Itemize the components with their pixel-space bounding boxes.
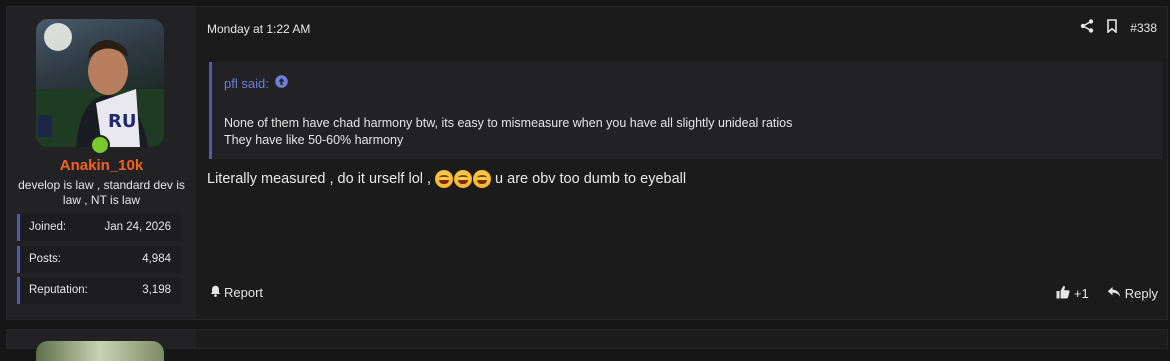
- stat-reputation: Reputation: 3,198: [17, 277, 181, 304]
- share-icon[interactable]: [1080, 18, 1094, 38]
- post-header-actions: #338: [1080, 18, 1157, 38]
- message-text: Literally measured , do it urself lol ,: [207, 171, 432, 187]
- jump-to-quote-icon[interactable]: [275, 75, 288, 91]
- quote-text: None of them have chad harmony btw, its …: [224, 115, 792, 149]
- reply-label[interactable]: Reply: [1125, 286, 1158, 301]
- message-body: Literally measured , do it urself lol , …: [207, 170, 686, 188]
- avatar-image: RU: [36, 23, 164, 147]
- quote-line: None of them have chad harmony btw, its …: [224, 116, 793, 130]
- svg-text:RU: RU: [108, 111, 136, 132]
- online-status-indicator: [90, 135, 110, 155]
- stat-label: Posts:: [29, 253, 61, 265]
- next-post: [6, 329, 1168, 361]
- post-content: Monday at 1:22 AM #338 pfl said: None of…: [196, 7, 1167, 319]
- stat-joined: Joined: Jan 24, 2026: [17, 214, 181, 241]
- post-footer-actions: +1 Reply: [1056, 285, 1158, 302]
- stat-value: Jan 24, 2026: [104, 221, 171, 233]
- post-date[interactable]: Monday at 1:22 AM: [207, 22, 310, 36]
- stat-value: 3,198: [142, 284, 171, 296]
- tears-of-joy-emoji-icon: [473, 170, 492, 188]
- post-number[interactable]: #338: [1130, 21, 1157, 35]
- bookmark-icon[interactable]: [1106, 18, 1118, 38]
- avatar[interactable]: RU: [36, 19, 164, 147]
- like-button[interactable]: +1: [1056, 285, 1089, 302]
- stat-label: Joined:: [29, 221, 67, 233]
- reply-button[interactable]: Reply: [1107, 286, 1158, 301]
- stat-posts: Posts: 4,984: [17, 246, 181, 273]
- tears-of-joy-emoji-icon: [435, 170, 454, 188]
- reply-icon: [1107, 286, 1121, 301]
- report-label[interactable]: Report: [224, 285, 263, 300]
- bell-icon: [210, 285, 221, 300]
- quote-line: They have like 50-60% harmony: [224, 133, 404, 147]
- next-avatar[interactable]: [36, 341, 164, 361]
- post: RU Anakin_10k develop is law , standard …: [6, 6, 1168, 320]
- emoji-group: [435, 170, 492, 188]
- stat-value: 4,984: [142, 253, 171, 265]
- reaction-count[interactable]: +1: [1074, 286, 1089, 301]
- message-text: u are obv too dumb to eyeball: [495, 171, 687, 187]
- quote-block: pfl said: None of them have chad harmony…: [209, 62, 1163, 159]
- user-panel: RU Anakin_10k develop is law , standard …: [7, 7, 196, 319]
- stat-label: Reputation:: [29, 284, 88, 296]
- user-title: develop is law , standard dev is law , N…: [18, 178, 185, 207]
- quote-header[interactable]: pfl said:: [224, 75, 288, 91]
- thumbs-up-icon[interactable]: [1056, 285, 1070, 302]
- report-button[interactable]: Report: [210, 285, 263, 300]
- username[interactable]: Anakin_10k: [7, 157, 196, 174]
- tears-of-joy-emoji-icon: [454, 170, 473, 188]
- quote-author[interactable]: pfl said:: [224, 76, 269, 91]
